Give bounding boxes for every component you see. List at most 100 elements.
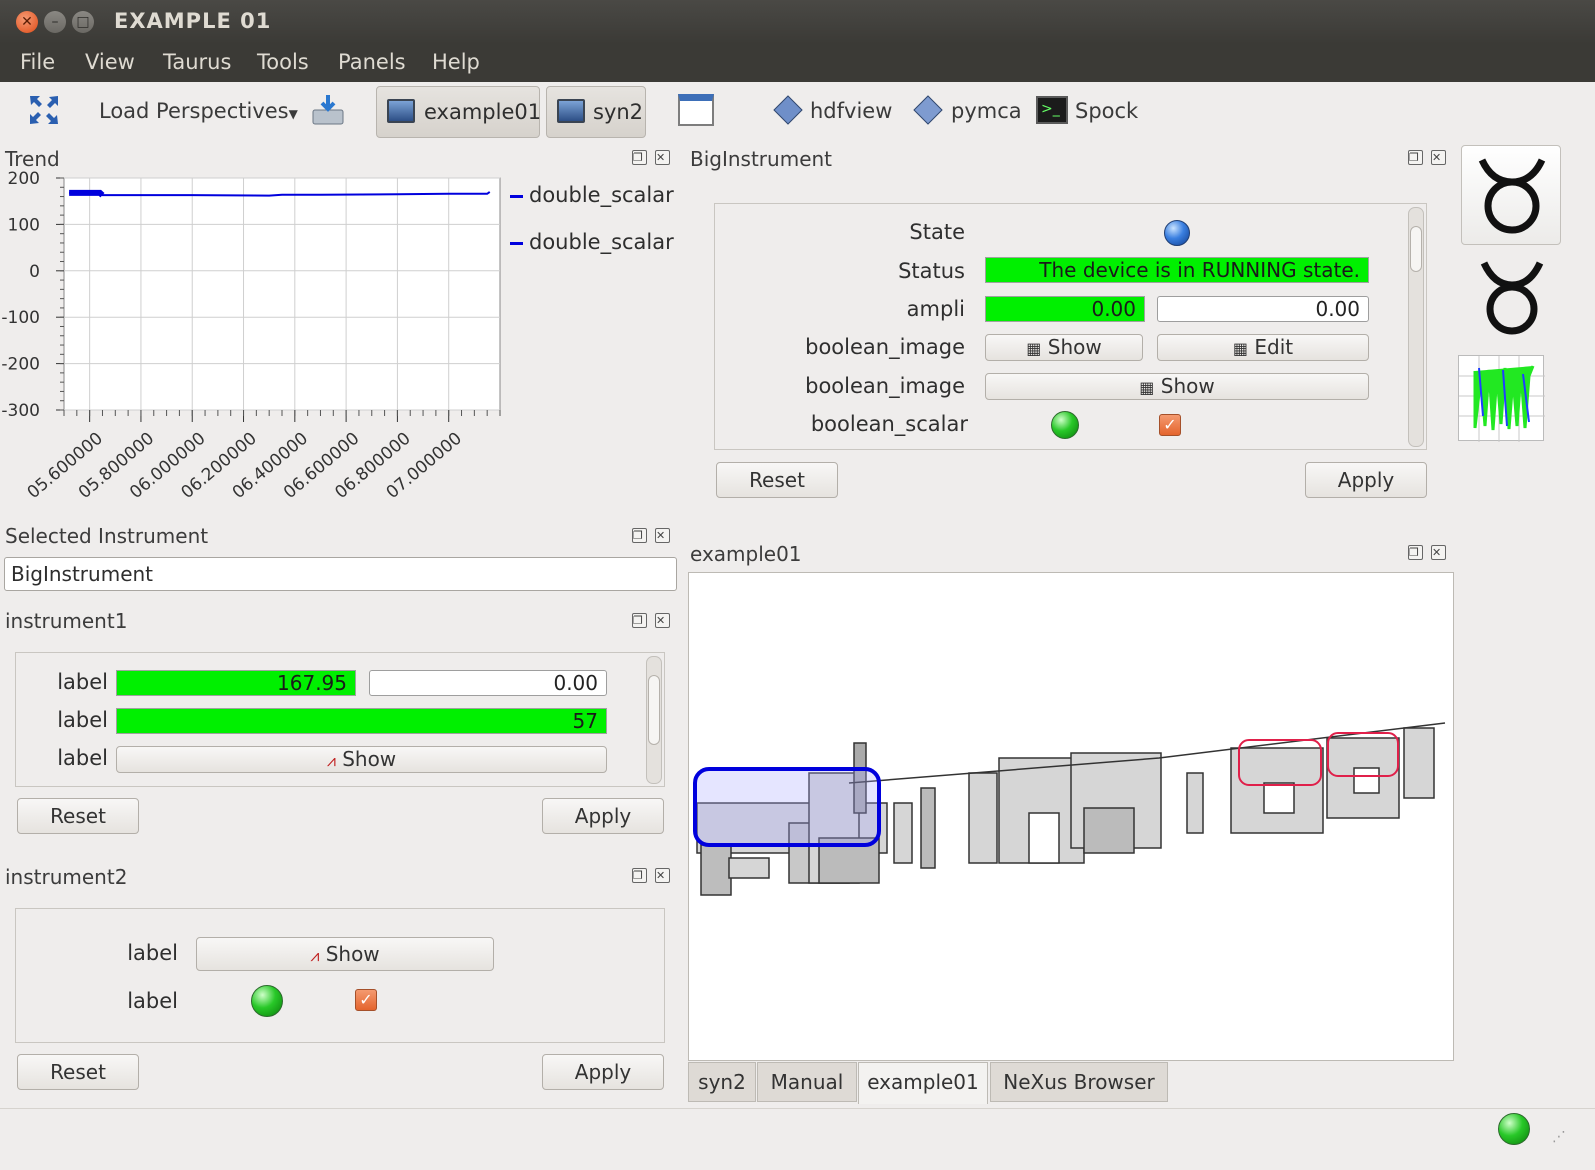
selected-instrument-input[interactable]: BigInstrument [4,557,677,591]
float-icon[interactable]: ❐ [632,868,647,883]
dropdown-arrow-icon: ▼ [288,107,298,121]
boolean-image-label-2: boolean_image [805,374,965,398]
menu-panels[interactable]: Panels [338,50,406,74]
instrument2-checkbox[interactable]: ✓ [355,989,377,1011]
minimize-window-button[interactable]: – [44,11,66,33]
instrument1-scrollbar[interactable] [646,656,662,784]
tab-nexus-browser[interactable]: NeXus Browser [990,1062,1168,1102]
boolean-scalar-checkbox[interactable]: ✓ [1159,414,1181,436]
instrument1-read-value-2: 57 [116,708,607,734]
menu-file[interactable]: File [20,50,55,74]
ampli-write-input[interactable]: 0.00 [1157,296,1369,322]
legend-label-1: double_scalar [529,183,674,207]
pymca-launcher[interactable]: pymca [951,99,1022,123]
instrument2-panel-title: instrument2 [5,865,128,889]
selected-instrument-highlight[interactable] [693,767,881,847]
scrollbar-thumb[interactable] [1410,226,1422,272]
menu-taurus[interactable]: Taurus [163,50,231,74]
boolean-image-show-button-1[interactable]: ▦ Show [985,334,1143,361]
instrument2-dock-buttons: ❐ ✕ [624,867,670,883]
maximize-window-button[interactable]: □ [72,11,94,33]
biginstrument-apply-button[interactable]: Apply [1305,462,1427,498]
biginstrument-reset-button[interactable]: Reset [716,462,838,498]
pymca-icon[interactable] [912,94,944,126]
tab-syn2[interactable]: syn2 [688,1062,756,1102]
taurus-logo-button[interactable] [1461,145,1561,245]
show-label: Show [1047,335,1102,359]
hdfview-launcher[interactable]: hdfview [810,99,892,123]
show-label: Show [325,942,380,966]
load-perspectives-label: Load Perspectives [99,99,289,123]
boolean-scalar-led [1051,411,1079,439]
tab-example01[interactable]: example01 [858,1062,988,1104]
status-value: The device is in RUNNING state. [985,257,1369,283]
example01-perspective-button[interactable]: example01 [376,86,541,138]
taurus-icon[interactable] [1472,255,1552,341]
close-icon[interactable]: ✕ [655,613,670,628]
float-icon[interactable]: ❐ [632,613,647,628]
image-icon [387,99,415,123]
legend-swatch [510,194,523,198]
boolean-image-show-button-2[interactable]: ▦ Show [985,373,1369,400]
trend-grid [63,177,501,411]
y-tick-label: 100 [8,215,40,235]
ampli-read-value: 0.00 [985,296,1145,322]
biginstrument-dock-buttons: ❐ ✕ [1400,149,1446,165]
load-perspectives-button[interactable]: Load Perspectives▼ [99,99,298,123]
instrument2-reset-button[interactable]: Reset [17,1054,139,1090]
float-icon[interactable]: ❐ [632,150,647,165]
scrollbar-thumb[interactable] [648,675,660,745]
biginstrument-form: State Status The device is in RUNNING st… [714,203,1427,450]
float-icon[interactable]: ❐ [632,528,647,543]
legend-item-1[interactable]: double_scalar [510,183,674,230]
boolean-scalar-label: boolean_scalar [810,412,968,436]
synoptic-view[interactable] [688,572,1454,1061]
show-label: Show [1160,374,1215,398]
instrument1-reset-button[interactable]: Reset [17,798,139,834]
close-icon[interactable]: ✕ [655,868,670,883]
instrument2-show-button[interactable]: ⩘ Show [196,937,494,971]
biginstrument-scrollbar[interactable] [1408,207,1424,447]
instrument1-apply-button[interactable]: Apply [542,798,664,834]
legend-item-2[interactable]: double_scalar [510,230,674,277]
fullscreen-icon[interactable] [28,94,60,126]
syn2-button-label: syn2 [593,100,644,124]
trend-thumbnail-icon[interactable] [1458,355,1545,442]
close-icon[interactable]: ✕ [1431,545,1446,560]
close-icon[interactable]: ✕ [655,528,670,543]
image-icon [557,99,585,123]
title-bar: ✕ – □ EXAMPLE 01 [0,0,1595,44]
instrument1-form: label 167.95 0.00 label 57 label ⩘ Show [15,652,665,787]
toolbar: Load Perspectives▼ example01 syn2 hdfvie… [0,82,1595,140]
instrument1-write-input-1[interactable]: 0.00 [369,670,607,696]
close-icon[interactable]: ✕ [1431,150,1446,165]
instrument1-show-button[interactable]: ⩘ Show [116,746,607,773]
spock-launcher[interactable]: Spock [1075,99,1138,123]
instrument2-apply-button[interactable]: Apply [542,1054,664,1090]
instrument1-dock-buttons: ❐ ✕ [624,612,670,628]
save-perspective-icon[interactable] [310,92,346,128]
menu-bar: File View Taurus Tools Panels Help [0,44,1595,82]
terminal-icon[interactable]: >_ [1036,96,1068,124]
menu-help[interactable]: Help [432,50,480,74]
boolean-image-edit-button[interactable]: ▦ Edit [1157,334,1369,361]
y-tick-label: -200 [1,355,40,375]
float-icon[interactable]: ❐ [1408,150,1423,165]
close-icon[interactable]: ✕ [655,150,670,165]
trend-panel-title: Trend [5,147,60,171]
table-icon: ▦ [1026,339,1042,358]
menu-tools[interactable]: Tools [257,50,309,74]
plot-area [63,177,501,411]
hdfview-icon[interactable] [772,94,804,126]
menu-view[interactable]: View [85,50,135,74]
instrument1-read-value-1: 167.95 [116,670,356,696]
new-panel-icon[interactable] [678,94,714,126]
tab-manual[interactable]: Manual [757,1062,857,1102]
instrument1-label-2: label [57,708,108,732]
resize-grip-icon[interactable]: ⋰ [1552,1129,1572,1149]
syn2-perspective-button[interactable]: syn2 [546,86,646,138]
float-icon[interactable]: ❐ [1408,545,1423,560]
status-led [1498,1113,1530,1145]
edit-label: Edit [1254,335,1294,359]
close-window-button[interactable]: ✕ [16,11,38,33]
